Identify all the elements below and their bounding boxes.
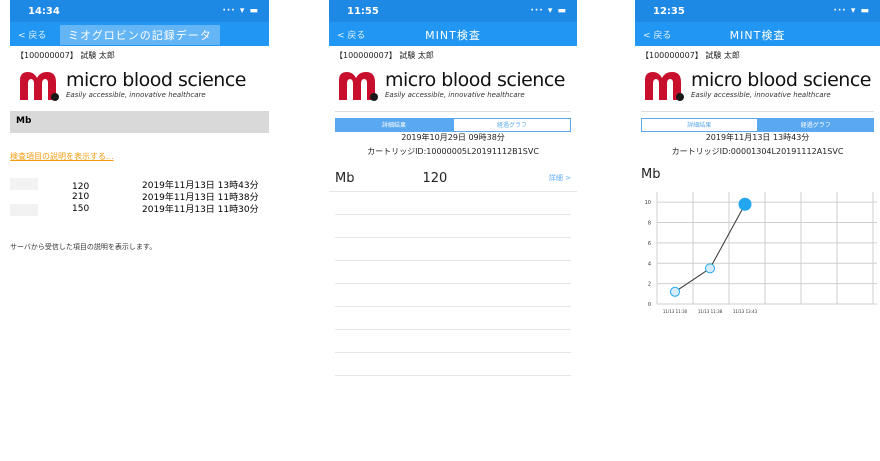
logo-mark-icon — [645, 72, 684, 101]
brand-name: micro blood science — [385, 69, 565, 91]
tab-bar: 詳細結果 経過グラフ — [641, 118, 874, 132]
chart-item-label: Mb — [641, 167, 661, 182]
empty-row — [335, 353, 571, 376]
y-tick-label: 4 — [648, 261, 651, 267]
nav-bar: < 戻る ミオグロビンの記録データ — [10, 22, 269, 46]
item-description: サーバから受信した項目の説明を表示します。 — [10, 243, 157, 251]
brand-name: micro blood science — [691, 69, 871, 91]
graph-screen: 12:35 ··· ▾ ▬ < 戻る MINT検査 【100000007】 試験… — [635, 0, 880, 461]
y-tick-label: 2 — [648, 282, 651, 288]
x-tick-label: 11/13 13:43 — [733, 309, 758, 314]
tab-detail[interactable]: 詳細結果 — [335, 118, 453, 132]
brand-tagline: Easily accessible, innovative healthcare — [385, 91, 525, 99]
status-bar: 11:55 ··· ▾ ▬ — [329, 0, 577, 22]
data-point — [670, 286, 680, 297]
brand-logo: micro blood science Easily accessible, i… — [635, 65, 880, 105]
result-value: 120 — [422, 170, 448, 186]
patient-label: 【100000007】 試験 太郎 — [335, 51, 434, 60]
system-icons: ··· ▾ ▬ — [530, 6, 567, 16]
cartridge-id: カートリッジID:10000005L20191112B1SVC — [367, 147, 539, 156]
cartridge-id: カートリッジID:00001304L20191112A1SVC — [671, 147, 844, 156]
detail-link[interactable]: 詳細 > — [549, 173, 571, 183]
patient-label: 【100000007】 試験 太郎 — [16, 51, 115, 60]
status-bar: 14:34 ··· ▾ ▬ — [10, 0, 269, 22]
empty-row — [335, 307, 571, 330]
empty-row — [335, 261, 571, 284]
tab-graph[interactable]: 経過グラフ — [453, 118, 571, 132]
trend-chart: 0 2 4 6 8 10 11/13 11:30 11/13 11:38 11/13 13:43 — [645, 192, 877, 314]
back-button[interactable]: < 戻る — [18, 28, 46, 41]
empty-row — [335, 330, 571, 353]
item-header: Mb — [10, 111, 269, 133]
x-tick-label: 11/13 11:38 — [698, 309, 723, 314]
system-icons: ··· ▾ ▬ — [222, 6, 259, 16]
series-line — [674, 203, 746, 293]
tab-detail[interactable]: 詳細結果 — [641, 118, 758, 132]
tab-graph[interactable]: 経過グラフ — [757, 118, 874, 132]
empty-row — [335, 215, 571, 238]
brand-logo: micro blood science Easily accessible, i… — [329, 65, 577, 105]
logo-mark-icon — [339, 72, 378, 101]
list-item[interactable]: 150 2019年11月13日 11時30分 — [10, 204, 269, 220]
empty-row — [335, 284, 571, 307]
data-point — [705, 263, 715, 274]
data-point — [738, 197, 752, 211]
y-tick-label: 6 — [648, 241, 651, 247]
brand-name: micro blood science — [66, 69, 246, 91]
system-icons: ··· ▾ ▬ — [833, 6, 870, 16]
y-tick-label: 0 — [648, 302, 651, 308]
measured-date: 2019年11月13日 13時43分 — [705, 133, 810, 142]
page-title: ミオグロビンの記録データ — [60, 25, 220, 45]
brand-tagline: Easily accessible, innovative healthcare — [691, 91, 831, 99]
record-value: 210 — [72, 192, 90, 202]
empty-row — [335, 192, 571, 215]
empty-row — [335, 238, 571, 261]
brand-logo: micro blood science Easily accessible, i… — [10, 65, 269, 105]
status-bar: 12:35 ··· ▾ ▬ — [635, 0, 880, 22]
measured-date: 2019年10月29日 09時38分 — [401, 133, 505, 142]
detail-screen: 11:55 ··· ▾ ▬ < 戻る MINT検査 【100000007】 試験… — [329, 0, 577, 461]
x-tick-label: 11/13 11:30 — [663, 309, 688, 314]
record-list: 120 2019年11月13日 13時43分 210 2019年11月13日 1… — [10, 178, 269, 220]
help-link[interactable]: 検査項目の説明を表示する... — [10, 151, 269, 162]
clock: 11:55 — [347, 5, 379, 17]
patient-label: 【100000007】 試験 太郎 — [641, 51, 740, 60]
clock: 12:35 — [653, 5, 685, 17]
logo-mark-icon — [20, 72, 59, 101]
nav-bar: < 戻る MINT検査 — [329, 22, 577, 46]
record-date: 2019年11月13日 11時30分 — [142, 205, 259, 215]
record-value: 150 — [72, 204, 90, 214]
page-title: MINT検査 — [729, 29, 786, 42]
record-value: 120 — [72, 182, 90, 192]
result-row[interactable]: Mb 120 詳細 > — [329, 165, 577, 192]
page-title: MINT検査 — [425, 29, 481, 42]
nav-bar: < 戻る MINT検査 — [635, 22, 880, 46]
brand-tagline: Easily accessible, innovative healthcare — [66, 91, 206, 99]
clock: 14:34 — [28, 5, 60, 17]
result-item: Mb — [335, 170, 355, 186]
tab-bar: 詳細結果 経過グラフ — [335, 118, 571, 132]
y-tick-label: 10 — [645, 200, 651, 206]
y-tick-label: 8 — [648, 221, 651, 227]
records-screen: 14:34 ··· ▾ ▬ < 戻る ミオグロビンの記録データ 【1000000… — [10, 0, 269, 461]
